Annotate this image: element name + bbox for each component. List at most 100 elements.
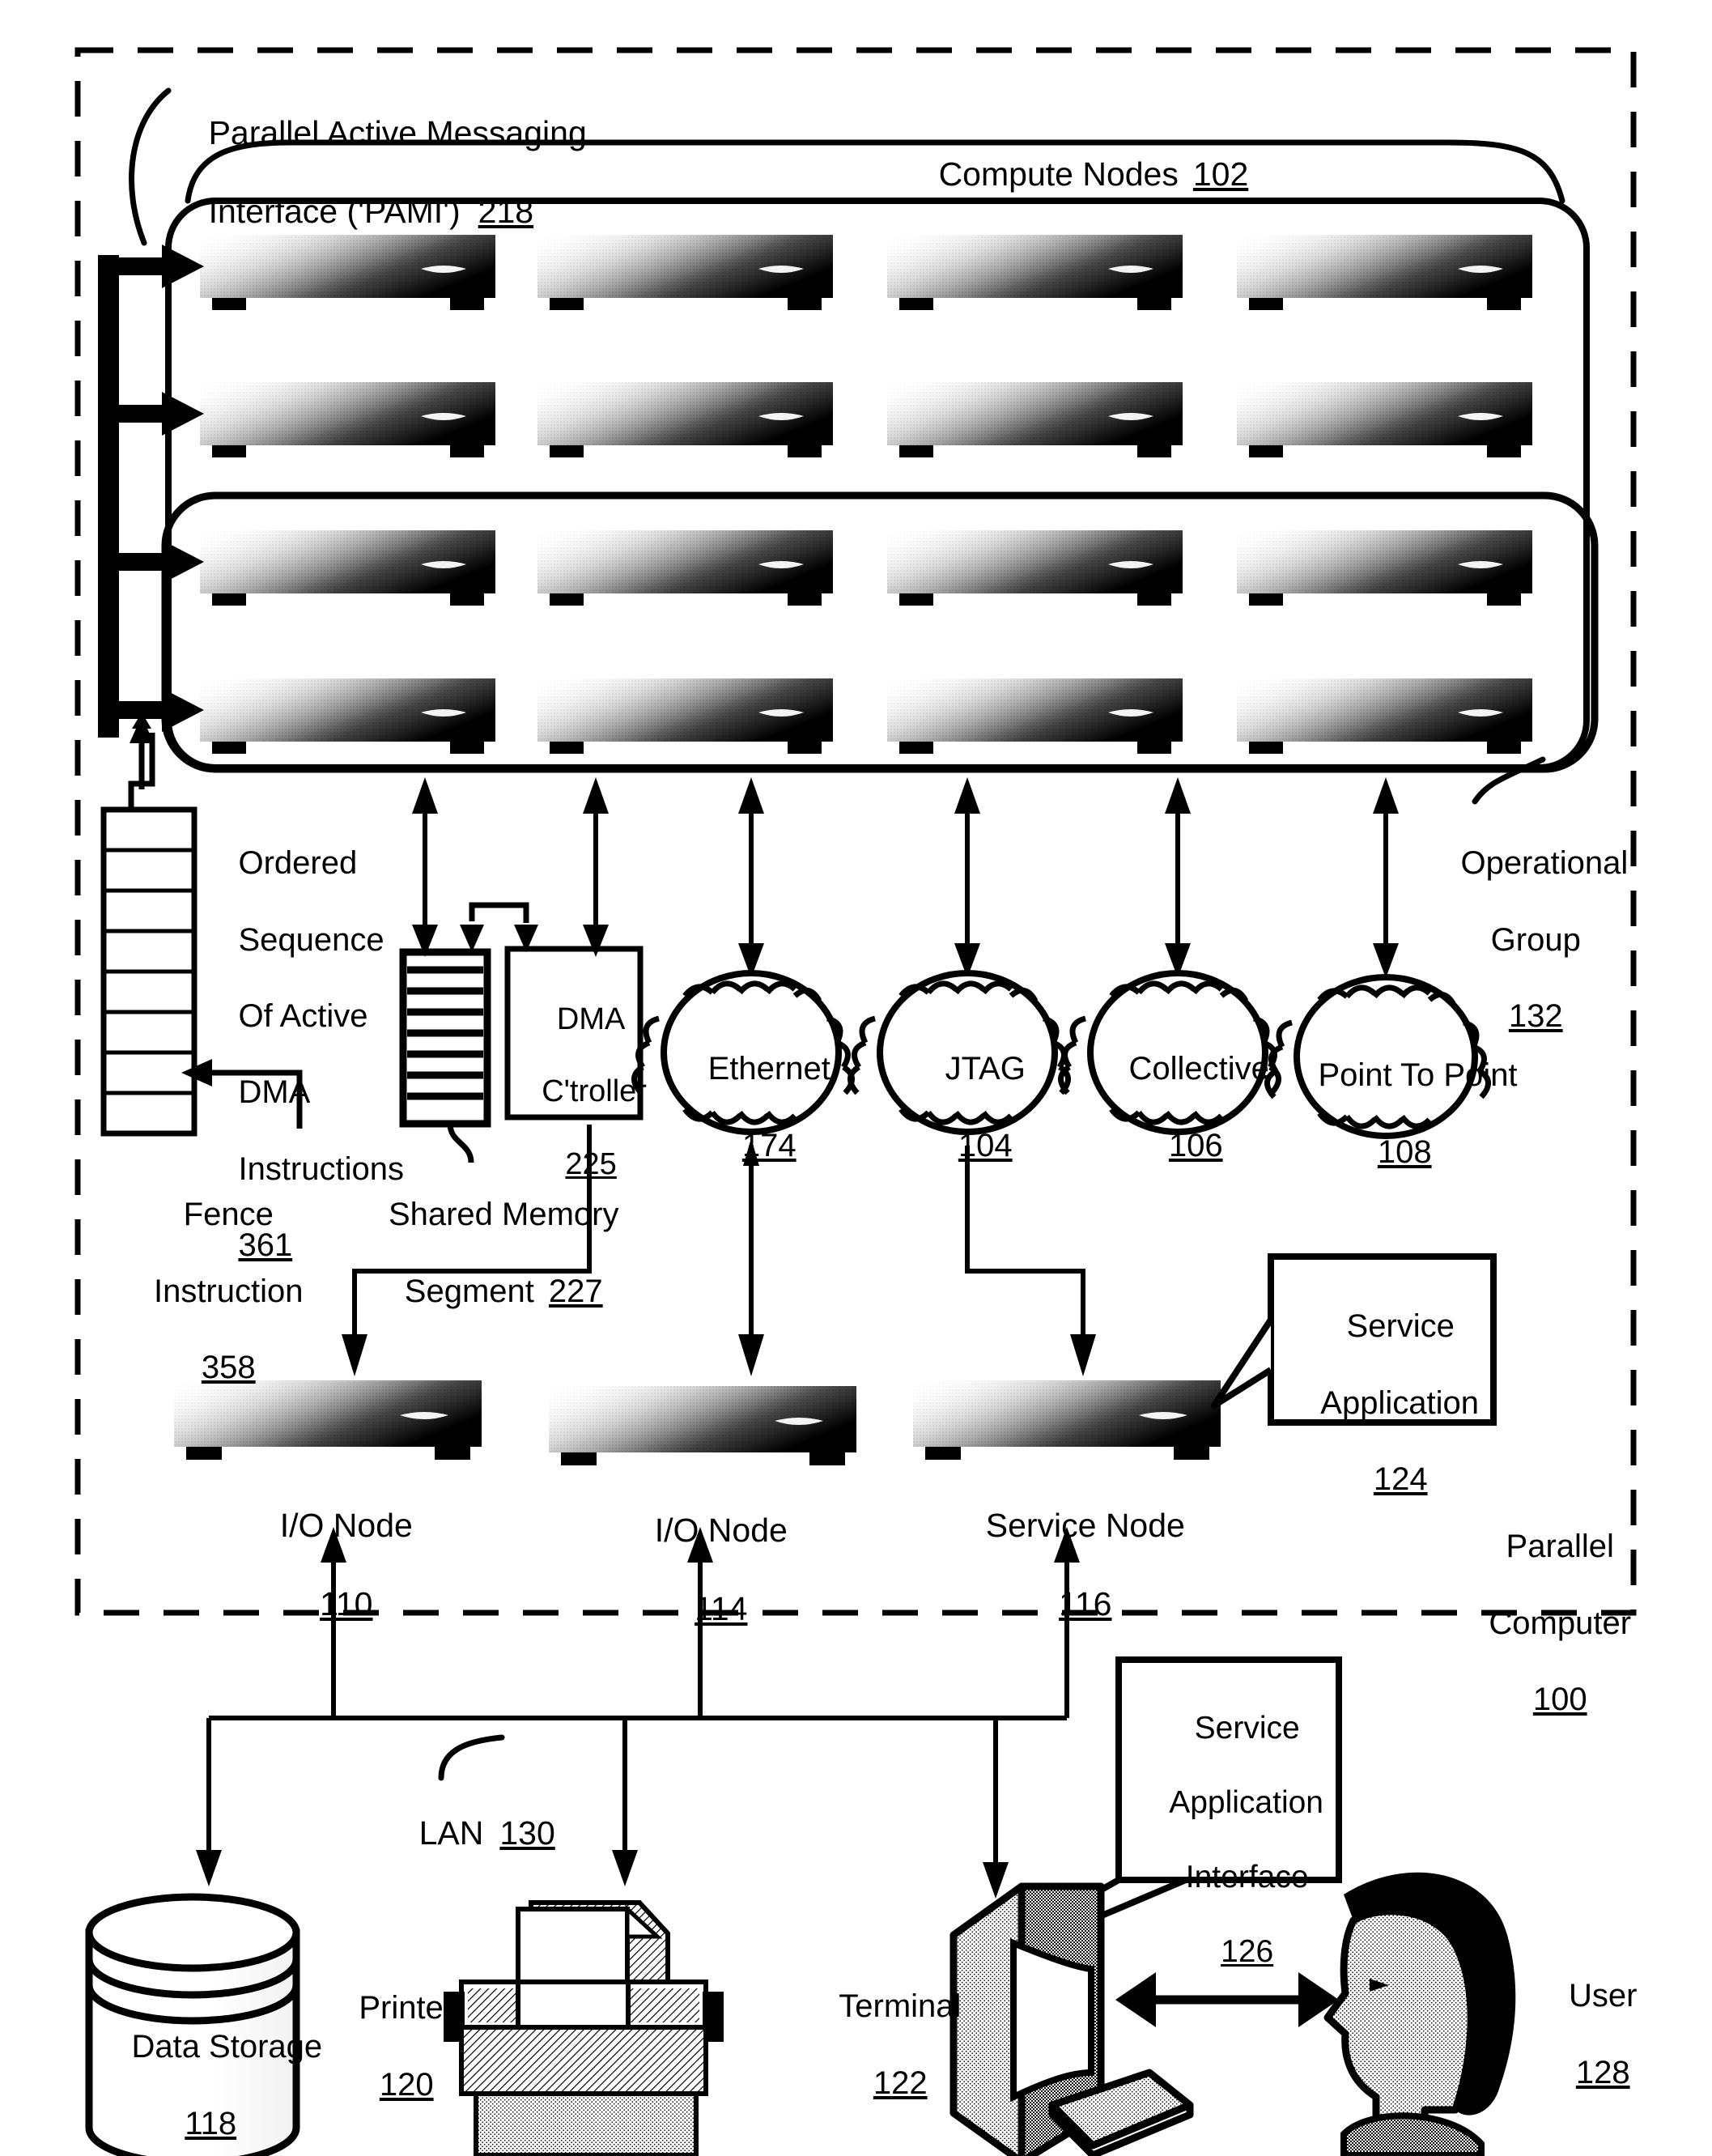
peripheral-ref-printer: 120 xyxy=(379,2066,434,2103)
node-label-service-116: Service Node 116 xyxy=(929,1467,1204,1663)
fence-instruction-line1: Fence xyxy=(183,1197,274,1233)
ordered-sequence-stack xyxy=(100,712,198,1137)
ordered-sequence-line4: DMA xyxy=(238,1074,311,1111)
service-node-116 xyxy=(913,1380,1221,1460)
node-ref-io-114: 114 xyxy=(695,1590,748,1628)
sai-line1: Service xyxy=(1194,1711,1300,1746)
peripheral-label-data-storage: Data Storage 118 xyxy=(96,1990,322,2156)
user-icon xyxy=(1323,1872,1516,2156)
dma-controller-line1: DMA xyxy=(556,1001,626,1036)
peripheral-name-printer: Printer xyxy=(359,1990,455,2026)
fence-instruction-ref: 358 xyxy=(201,1349,256,1385)
lan-bus xyxy=(206,1716,1067,1882)
parallel-computer-line2: Computer xyxy=(1489,1605,1632,1641)
sai-line3: Interface xyxy=(1185,1860,1309,1895)
parallel-computer-ref: 100 xyxy=(1532,1681,1587,1717)
network-label-jtag: JTAG 104 xyxy=(886,1012,1048,1203)
service-application-ref: 124 xyxy=(1373,1461,1428,1497)
lan-branch-arrowheads xyxy=(196,1850,1009,1899)
compute-nodes-label: Compute Nodes 102 xyxy=(902,116,1249,233)
ordered-sequence-line1: Ordered xyxy=(238,845,358,882)
pami-bus xyxy=(98,245,204,738)
node-label-io-114: I/O Node 114 xyxy=(565,1472,840,1668)
lan-text: LAN xyxy=(418,1814,484,1852)
compute-node xyxy=(200,382,495,457)
lan-leader xyxy=(438,1734,505,1781)
ordered-sequence-line2: Sequence xyxy=(238,921,384,958)
network-ref-ethernet: 174 xyxy=(741,1127,797,1163)
node-ref-io-110: 110 xyxy=(320,1585,373,1623)
parallel-computer-label: Parallel Computer 100 xyxy=(1449,1490,1635,1757)
network-name-point-to-point: Point To Point xyxy=(1318,1057,1518,1094)
node-name-io-114: I/O Node xyxy=(654,1512,788,1550)
network-ref-point-to-point: 108 xyxy=(1377,1133,1432,1170)
node-name-io-110: I/O Node xyxy=(279,1507,413,1545)
peripheral-name-user: User xyxy=(1569,1978,1638,2014)
compute-node xyxy=(537,530,833,606)
peripheral-label-printer: Printer 120 xyxy=(308,1951,469,2142)
pami-ref: 218 xyxy=(478,193,534,231)
pami-label: Parallel Active Messaging Interface ('PA… xyxy=(172,74,587,270)
compute-node xyxy=(887,382,1183,457)
peripheral-name-terminal: Terminal xyxy=(839,1988,962,2025)
compute-node xyxy=(1237,382,1532,457)
network-name-jtag: JTAG xyxy=(945,1051,1026,1087)
network-ref-jtag: 104 xyxy=(958,1127,1013,1163)
compute-nodes-ref: 102 xyxy=(1192,155,1249,193)
network-label-collective: Collective 106 xyxy=(1093,1012,1268,1203)
dma-shared-link xyxy=(460,902,538,952)
operational-group-ref: 132 xyxy=(1508,997,1563,1034)
network-label-ethernet: Ethernet 174 xyxy=(670,1012,832,1203)
lan-label: LAN 130 xyxy=(382,1775,555,1892)
node-bus-arrows xyxy=(423,789,1388,963)
peripheral-label-user: User 128 xyxy=(1512,1939,1658,2130)
compute-node xyxy=(1237,235,1532,310)
compute-node xyxy=(887,678,1183,754)
figure-canvas: Parallel Active Messaging Interface ('PA… xyxy=(0,0,1712,2156)
service-application-interface-label: Service Application Interface 126 xyxy=(1125,1673,1334,2008)
compute-node xyxy=(887,530,1183,606)
compute-node xyxy=(1237,530,1532,606)
ordered-sequence-line3: Of Active xyxy=(238,997,368,1034)
network-name-collective: Collective xyxy=(1128,1051,1269,1087)
sai-line2: Application xyxy=(1169,1785,1323,1821)
peripheral-ref-user: 128 xyxy=(1575,2054,1630,2090)
parallel-computer-line1: Parallel xyxy=(1506,1529,1614,1565)
pami-label-line1: Parallel Active Messaging xyxy=(208,114,587,152)
compute-node xyxy=(200,678,495,754)
peripheral-name-data-storage: Data Storage xyxy=(131,2029,323,2065)
operational-group-line2: Group xyxy=(1490,921,1581,958)
fence-instruction-label: Fence Instruction 358 xyxy=(89,1158,332,1425)
sai-ref: 126 xyxy=(1221,1934,1274,1970)
compute-node xyxy=(1237,678,1532,754)
compute-node xyxy=(200,530,495,606)
io-node-114 xyxy=(549,1386,856,1465)
compute-nodes-text: Compute Nodes xyxy=(938,155,1179,193)
peripheral-label-terminal: Terminal 122 xyxy=(797,1950,967,2141)
shared-memory-ref: 227 xyxy=(548,1273,603,1309)
dma-controller-label: DMA C'troller 225 xyxy=(508,965,647,1219)
node-ref-service-116: 116 xyxy=(1059,1585,1112,1623)
peripheral-ref-data-storage: 118 xyxy=(185,2105,237,2141)
network-ref-collective: 106 xyxy=(1168,1127,1223,1163)
service-application-line1: Service xyxy=(1346,1308,1455,1345)
dma-controller-ref: 225 xyxy=(565,1147,617,1182)
network-name-ethernet: Ethernet xyxy=(707,1051,831,1087)
network-label-point-to-point: Point To Point 108 xyxy=(1282,1018,1517,1210)
compute-node xyxy=(537,678,833,754)
printer-icon xyxy=(444,1900,724,2156)
shared-memory-segment xyxy=(399,948,491,1163)
service-application-line2: Application xyxy=(1320,1384,1479,1421)
node-label-io-110: I/O Node 110 xyxy=(190,1467,465,1663)
compute-node xyxy=(887,235,1183,310)
pami-leader-line xyxy=(129,87,172,246)
pami-label-line2: Interface ('PAMI') xyxy=(208,193,461,231)
operational-group-line1: Operational xyxy=(1460,845,1629,882)
lan-ref: 130 xyxy=(499,1814,555,1852)
compute-node xyxy=(537,382,833,457)
shared-memory-line2: Segment xyxy=(404,1273,534,1309)
fence-instruction-line2: Instruction xyxy=(153,1273,304,1309)
node-name-service-116: Service Node xyxy=(985,1507,1185,1545)
peripheral-ref-terminal: 122 xyxy=(873,2065,928,2101)
dma-controller-line2: C'troller xyxy=(542,1074,647,1109)
